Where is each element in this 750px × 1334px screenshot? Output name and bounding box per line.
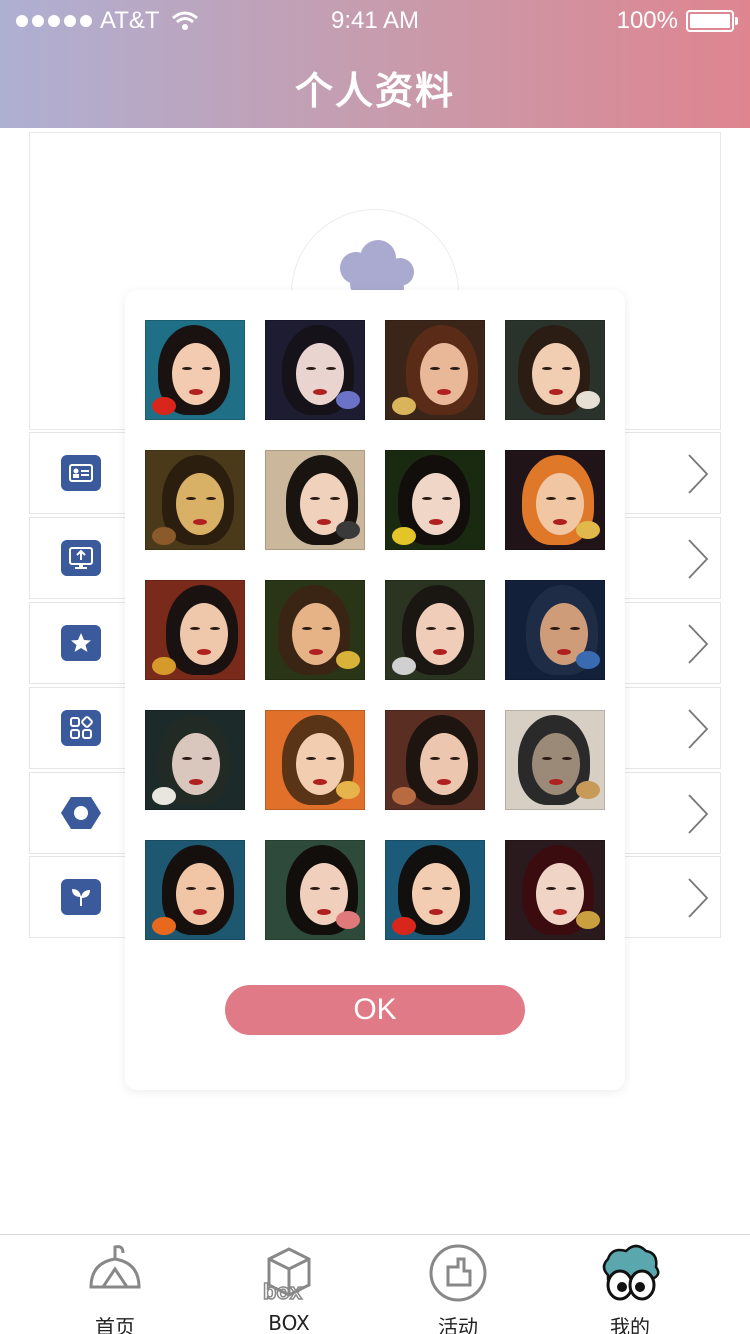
avatar-option[interactable] — [385, 450, 485, 550]
id-card-icon — [61, 455, 101, 491]
avatar-option[interactable] — [145, 450, 245, 550]
ok-button[interactable]: OK — [225, 985, 525, 1035]
avatar-option[interactable] — [505, 580, 605, 680]
tab-home[interactable]: 首页 — [55, 1241, 175, 1334]
tab-bar: 首页 box BOX 活动 我的 — [0, 1234, 750, 1334]
tab-activity-label: 活动 — [438, 1315, 478, 1334]
tab-mine-label: 我的 — [610, 1315, 650, 1334]
avatar-option[interactable] — [265, 580, 365, 680]
chevron-right-icon — [688, 539, 709, 579]
status-bar: AT&T 9:41 AM 100% — [0, 0, 750, 40]
activity-icon — [429, 1244, 487, 1302]
battery-icon — [686, 10, 738, 32]
avatar-option[interactable] — [145, 840, 245, 940]
star-icon — [61, 625, 101, 661]
avatar-option[interactable] — [505, 840, 605, 940]
avatar-option[interactable] — [265, 450, 365, 550]
avatar-option[interactable] — [145, 580, 245, 680]
cloud-eyes-icon — [602, 1244, 660, 1301]
battery-percent: 100% — [616, 7, 678, 34]
avatar-option[interactable] — [265, 840, 365, 940]
avatar-option[interactable] — [145, 320, 245, 420]
chevron-right-icon — [688, 794, 709, 834]
avatar-option[interactable] — [265, 320, 365, 420]
house-icon — [89, 1245, 141, 1289]
avatar-option[interactable] — [505, 710, 605, 810]
chevron-right-icon — [688, 624, 709, 664]
avatar-option[interactable] — [505, 320, 605, 420]
chevron-right-icon — [688, 709, 709, 749]
tab-box-label: BOX — [268, 1311, 310, 1334]
tab-mine[interactable]: 我的 — [570, 1241, 690, 1334]
hexagon-icon — [61, 795, 101, 831]
box-icon: box — [262, 1247, 311, 1303]
avatar-option[interactable] — [385, 710, 485, 810]
tab-box[interactable]: box BOX — [229, 1241, 349, 1334]
svg-text:box: box — [263, 1279, 303, 1303]
avatar-option[interactable] — [385, 320, 485, 420]
avatar-option[interactable] — [265, 710, 365, 810]
avatar-option[interactable] — [505, 450, 605, 550]
avatar-option[interactable] — [385, 840, 485, 940]
status-right: 100% — [616, 7, 738, 35]
sprout-icon — [61, 879, 101, 915]
avatar-picker-modal: OK — [125, 290, 625, 1090]
avatar-option[interactable] — [145, 710, 245, 810]
page-title: 个人资料 — [294, 71, 455, 113]
apps-grid-icon — [61, 710, 101, 746]
upload-monitor-icon — [61, 540, 101, 576]
tab-home-label: 首页 — [95, 1315, 135, 1334]
avatar-option[interactable] — [385, 580, 485, 680]
chevron-right-icon — [688, 454, 709, 494]
tab-activity[interactable]: 活动 — [398, 1241, 518, 1334]
avatar-grid — [145, 320, 605, 940]
header: AT&T 9:41 AM 100% 个人资料 — [0, 0, 750, 128]
chevron-right-icon — [688, 878, 709, 918]
